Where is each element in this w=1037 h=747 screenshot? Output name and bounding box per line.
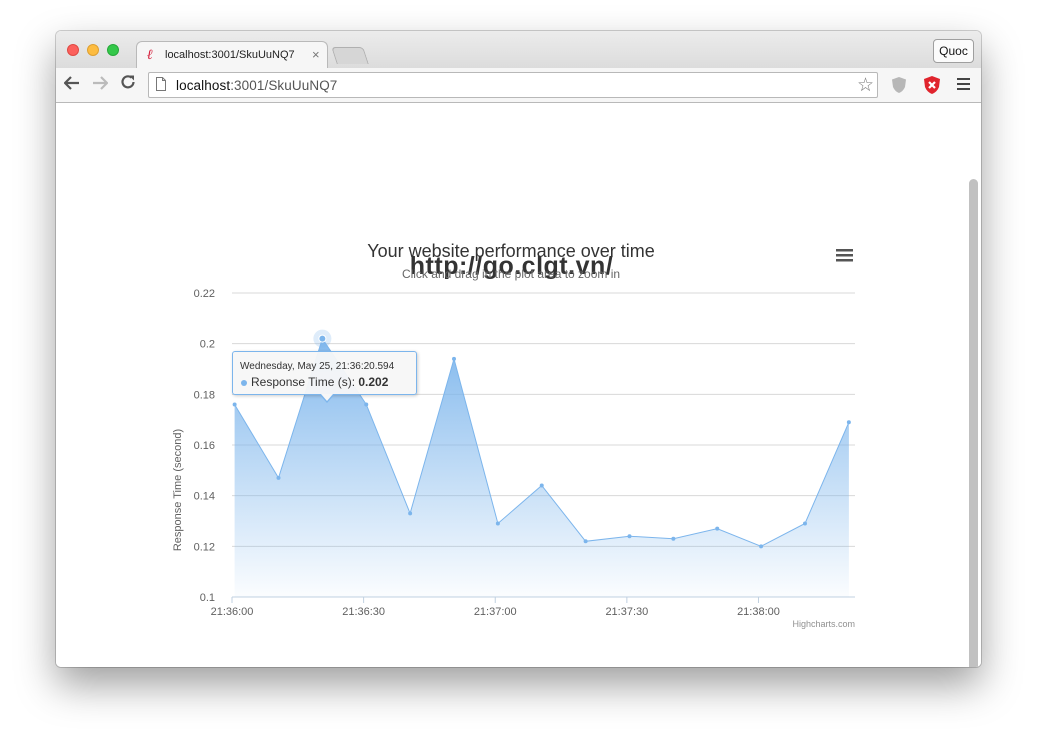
profile-button[interactable]: Quoc [933, 39, 974, 63]
data-point[interactable] [539, 483, 544, 488]
export-menu-icon[interactable] [836, 249, 853, 262]
data-point[interactable] [715, 526, 720, 531]
favicon-icon: ℓ [147, 47, 153, 63]
y-tick-label: 0.18 [194, 389, 215, 401]
y-tick-label: 0.14 [194, 491, 215, 503]
performance-chart[interactable]: Your website performance over time Click… [56, 103, 967, 667]
url-text: localhost:3001/SkuUuNQ7 [176, 78, 338, 93]
data-point[interactable] [846, 420, 851, 425]
reload-icon[interactable] [120, 74, 136, 96]
adblock-extension-icon[interactable] [923, 75, 941, 100]
chart-tooltip: Wednesday, May 25, 21:36:20.594 Response… [232, 351, 417, 395]
highcharts-credits-link[interactable]: Highcharts.com [792, 619, 855, 629]
address-bar[interactable]: localhost:3001/SkuUuNQ7 ☆ [148, 72, 878, 98]
x-axis: 21:36:00 21:36:30 21:37:00 21:37:30 21:38:00 [211, 597, 780, 618]
data-point[interactable] [408, 511, 413, 516]
x-tick-label: 21:38:00 [737, 606, 780, 618]
maximize-window-button[interactable] [107, 44, 119, 56]
x-tick-label: 21:36:30 [342, 606, 385, 618]
bookmark-star-icon[interactable]: ☆ [857, 74, 874, 97]
page-icon [156, 77, 166, 91]
data-point[interactable] [802, 521, 807, 526]
vertical-scrollbar[interactable] [969, 179, 978, 667]
data-point[interactable] [232, 402, 237, 407]
data-point[interactable] [318, 334, 327, 343]
y-tick-label: 0.22 [194, 288, 215, 300]
tooltip-series-line: Response Time (s): 0.202 [251, 375, 389, 389]
tab-title: localhost:3001/SkuUuNQ7 [165, 49, 295, 61]
data-point[interactable] [627, 534, 632, 539]
data-point[interactable] [583, 539, 588, 544]
y-tick-label: 0.12 [194, 541, 215, 553]
data-point[interactable] [451, 356, 456, 361]
x-tick-label: 21:36:00 [211, 606, 254, 618]
tooltip-date: Wednesday, May 25, 21:36:20.594 [240, 361, 395, 372]
browser-window: ℓ localhost:3001/SkuUuNQ7 × Quoc localho… [56, 31, 981, 667]
minimize-window-button[interactable] [87, 44, 99, 56]
y-tick-label: 0.16 [194, 440, 215, 452]
x-tick-label: 21:37:00 [474, 606, 517, 618]
data-point[interactable] [276, 475, 281, 480]
browser-tab[interactable]: ℓ localhost:3001/SkuUuNQ7 × [136, 41, 328, 69]
y-axis-title: Response Time (second) [172, 429, 184, 551]
data-point[interactable] [495, 521, 500, 526]
y-axis: 0.1 0.12 0.14 0.16 0.18 0.2 0.22 [194, 288, 215, 604]
chart-title: Your website performance over time [367, 241, 654, 261]
new-tab-button[interactable] [331, 47, 369, 64]
close-window-button[interactable] [67, 44, 79, 56]
back-arrow-icon[interactable] [63, 74, 80, 96]
y-tick-label: 0.1 [200, 592, 215, 604]
shield-extension-icon[interactable] [891, 76, 907, 99]
x-tick-label: 21:37:30 [605, 606, 648, 618]
tooltip-pointer-inner [321, 394, 333, 401]
y-tick-label: 0.2 [200, 339, 215, 351]
forward-arrow-icon[interactable] [92, 74, 109, 96]
data-point[interactable] [759, 544, 764, 549]
chart-subtitle: Click and drag in the plot area to zoom … [402, 267, 620, 281]
page-content: http://go.clgt.vn/ Your website performa… [56, 103, 981, 667]
data-point[interactable] [364, 402, 369, 407]
data-point[interactable] [671, 536, 676, 541]
browser-menu-icon[interactable] [957, 78, 970, 93]
series-color-marker [241, 380, 247, 386]
browser-toolbar: localhost:3001/SkuUuNQ7 ☆ [56, 68, 981, 103]
title-bar: ℓ localhost:3001/SkuUuNQ7 × Quoc [56, 31, 981, 69]
tab-close-icon[interactable]: × [312, 47, 320, 62]
